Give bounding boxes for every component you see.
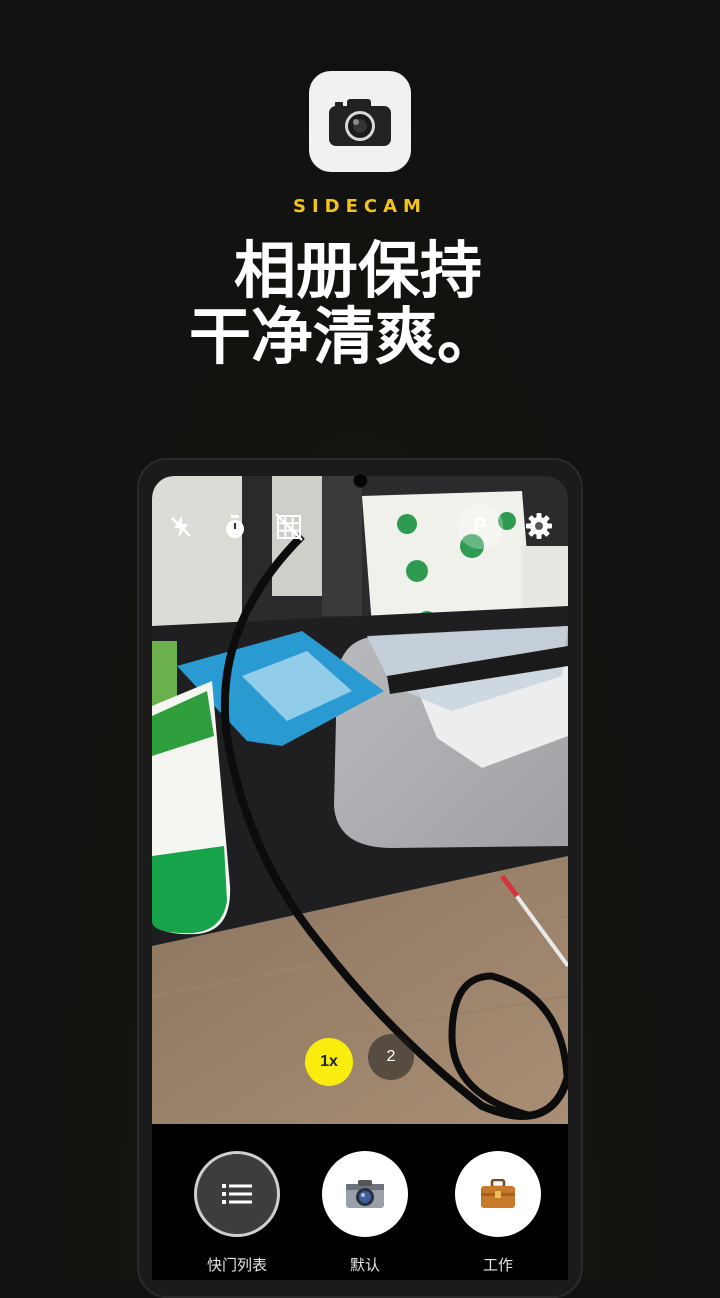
preset-work-button[interactable]: [455, 1151, 541, 1237]
shooting-mode-button[interactable]: P: [457, 503, 503, 549]
headline-line-1: 相册保持: [233, 234, 482, 307]
phone-screen: P 1x 2 快门列表 默认 工作: [152, 476, 568, 1280]
zoom-1x-button[interactable]: 1x: [305, 1038, 353, 1086]
grid-off-icon[interactable]: [273, 511, 305, 543]
list-icon: [222, 1184, 252, 1204]
front-camera-hole: [353, 473, 368, 488]
zoom-2x-button[interactable]: 2: [368, 1034, 414, 1080]
preset-default-label: 默认: [349, 1256, 380, 1274]
briefcase-icon: [481, 1179, 515, 1208]
camera-icon: [346, 1180, 384, 1208]
headline-line-2: 干净清爽。: [188, 300, 499, 373]
preset-work-label: 工作: [482, 1256, 513, 1274]
settings-icon[interactable]: [523, 510, 555, 542]
brand-name: SIDECAM: [293, 196, 427, 217]
preset-default-button[interactable]: [322, 1151, 408, 1237]
camera-icon: [329, 98, 391, 146]
camera-viewfinder[interactable]: P 1x 2: [152, 476, 568, 1124]
app-icon: [309, 71, 411, 172]
timer-icon[interactable]: [220, 512, 250, 542]
flash-off-icon[interactable]: [166, 512, 196, 542]
shutter-list-label: 快门列表: [206, 1256, 267, 1274]
shutter-list-button[interactable]: [194, 1151, 280, 1237]
viewfinder-photo: [152, 476, 568, 1124]
